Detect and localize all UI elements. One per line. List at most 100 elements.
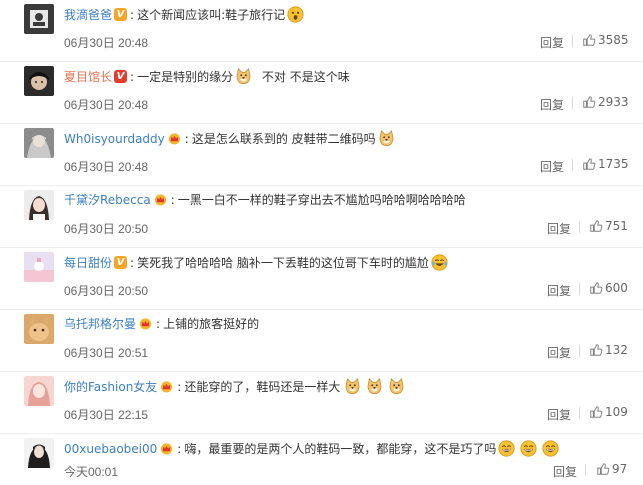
like-count: 97	[612, 462, 628, 476]
comment-item: Wh0isyourdaddy: 这是怎么联系到的 皮鞋带二维码吗 06月30日 2…	[0, 124, 643, 186]
verified-badge-icon: V	[114, 8, 128, 21]
reply-button[interactable]: 回复	[547, 220, 571, 237]
thumbs-up-icon	[582, 95, 596, 109]
avatar[interactable]	[24, 66, 54, 96]
like-button[interactable]: 132	[589, 343, 628, 357]
reply-button[interactable]: 回复	[540, 96, 564, 113]
divider	[579, 407, 580, 419]
laughing-cry-emoji	[431, 254, 448, 271]
avatar[interactable]	[24, 128, 54, 158]
comment-text: 这是怎么联系到的 皮鞋带二维码吗	[191, 132, 376, 146]
reply-button[interactable]: 回复	[547, 282, 571, 299]
like-count: 2933	[598, 95, 629, 109]
avatar[interactable]	[24, 438, 54, 468]
divider	[572, 159, 573, 171]
colon: :	[130, 256, 135, 270]
comment-time: 06月30日 20:48	[64, 160, 149, 174]
grin-emoji	[520, 440, 537, 457]
crown-badge-icon	[138, 317, 153, 330]
avatar[interactable]	[24, 252, 54, 282]
comment-text: 这个新闻应该叫:鞋子旅行记	[137, 8, 286, 22]
comment-time: 06月30日 20:48	[64, 36, 149, 50]
thumbs-up-icon	[589, 219, 603, 233]
avatar[interactable]	[24, 376, 54, 406]
divider	[579, 221, 580, 233]
grin-emoji	[542, 440, 559, 457]
username[interactable]: 00xuebaobei00	[64, 442, 157, 456]
reply-button[interactable]: 回复	[553, 463, 577, 480]
comment-item: 千黛汐Rebecca: 一黑一白不一样的鞋子穿出去不尴尬吗哈哈啊哈哈哈哈 06月3…	[0, 186, 643, 248]
like-button[interactable]: 2933	[582, 95, 629, 109]
comment-text: 一黑一白不一样的鞋子穿出去不尴尬吗哈哈啊哈哈哈哈	[177, 193, 466, 207]
username[interactable]: 每日甜份	[64, 256, 112, 270]
comment-text: 笑死我了哈哈哈哈 脑补一下丢鞋的这位哥下车时的尴尬	[137, 256, 429, 270]
comment-list: 我滴爸爸 V: 这个新闻应该叫:鞋子旅行记 06月30日 20:48 回复 3585…	[0, 0, 643, 485]
comment-item: 夏目馆长 V: 一定是特别的缘分 不对 不是这个味 06月30日 20:48 回复 …	[0, 62, 643, 124]
username[interactable]: 你的Fashion女友	[64, 380, 157, 394]
thumbs-up-icon	[596, 462, 610, 476]
thumbs-up-icon	[589, 281, 603, 295]
divider	[579, 345, 580, 357]
thumbs-up-icon	[582, 33, 596, 47]
like-count: 132	[605, 343, 628, 357]
like-count: 1735	[598, 157, 629, 171]
doge-emoji	[344, 378, 361, 395]
comment-text: 一定是特别的缘分	[137, 70, 234, 84]
comment-item: 00xuebaobei00: 嗨，最重要的是两个人的鞋码一致，都能穿，这不是巧了吗…	[0, 434, 643, 485]
crown-badge-icon	[167, 132, 182, 145]
colon: :	[130, 8, 135, 22]
grin-emoji	[498, 440, 515, 457]
like-count: 751	[605, 219, 628, 233]
crown-badge-icon	[153, 193, 168, 206]
like-count: 3585	[598, 33, 629, 47]
comment-time: 06月30日 20:50	[64, 222, 149, 236]
username[interactable]: 千黛汐Rebecca	[64, 193, 151, 207]
colon: :	[170, 193, 175, 207]
divider	[585, 464, 586, 476]
crown-badge-icon	[159, 442, 174, 455]
like-button[interactable]: 751	[589, 219, 628, 233]
divider	[572, 35, 573, 47]
crown-badge-icon	[159, 380, 174, 393]
comment-item: 乌托邦格尔曼: 上铺的旅客挺好的 06月30日 20:51 回复 132	[0, 310, 643, 372]
comment-text-extra: 不对 不是这个味	[261, 70, 350, 84]
thumbs-up-icon	[589, 343, 603, 357]
like-button[interactable]: 600	[589, 281, 628, 295]
thumbs-up-icon	[589, 405, 603, 419]
comment-time: 06月30日 20:51	[64, 346, 149, 360]
comment-text: 嗨，最重要的是两个人的鞋码一致，都能穿，这不是巧了吗	[184, 442, 497, 456]
like-button[interactable]: 3585	[582, 33, 629, 47]
thumbs-up-icon	[582, 157, 596, 171]
verified-badge-icon: V	[114, 256, 128, 269]
reply-button[interactable]: 回复	[540, 34, 564, 51]
reply-button[interactable]: 回复	[547, 406, 571, 423]
doge-emoji	[235, 68, 252, 85]
colon: :	[130, 70, 135, 84]
colon: :	[184, 132, 189, 146]
username[interactable]: 我滴爸爸	[64, 8, 112, 22]
like-button[interactable]: 109	[589, 405, 628, 419]
comment-time: 今天00:01	[64, 465, 119, 479]
avatar[interactable]	[24, 314, 54, 344]
like-button[interactable]: 97	[596, 462, 627, 476]
like-count: 600	[605, 281, 628, 295]
reply-button[interactable]: 回复	[540, 158, 564, 175]
surprised-emoji	[287, 6, 304, 23]
colon: :	[177, 380, 182, 394]
username[interactable]: Wh0isyourdaddy	[64, 132, 165, 146]
verified-badge-icon: V	[114, 70, 128, 83]
like-count: 109	[605, 405, 628, 419]
divider	[572, 97, 573, 109]
doge-emoji	[378, 130, 395, 147]
comment-time: 06月30日 22:15	[64, 408, 149, 422]
username[interactable]: 夏目馆长	[64, 70, 112, 84]
colon: :	[156, 317, 161, 331]
avatar[interactable]	[24, 4, 54, 34]
reply-button[interactable]: 回复	[547, 344, 571, 361]
avatar[interactable]	[24, 190, 54, 220]
username[interactable]: 乌托邦格尔曼	[64, 317, 136, 331]
like-button[interactable]: 1735	[582, 157, 629, 171]
colon: :	[177, 442, 182, 456]
doge-emoji	[366, 378, 383, 395]
divider	[579, 283, 580, 295]
